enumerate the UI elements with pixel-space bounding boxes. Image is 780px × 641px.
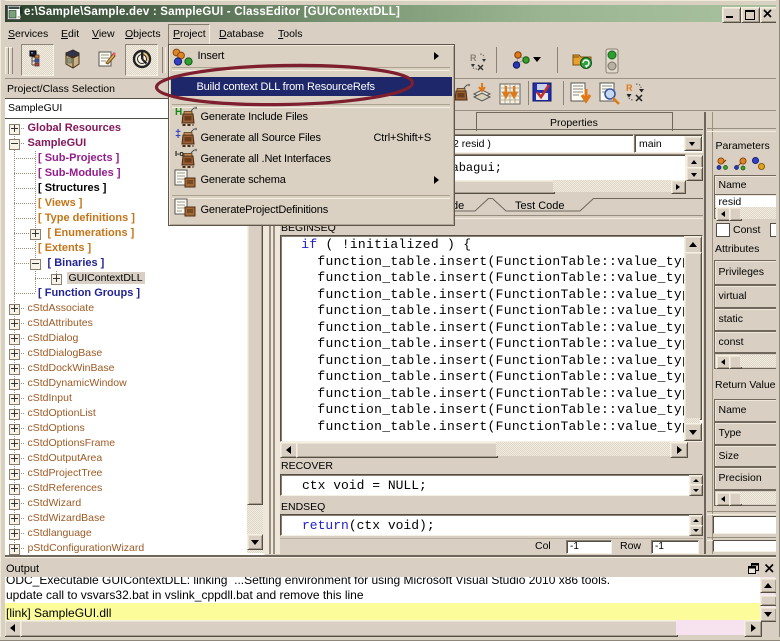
svg-text:R: R	[470, 53, 477, 63]
svg-text:‡: ‡	[175, 128, 181, 140]
svg-text:R: R	[626, 83, 633, 93]
svg-text:I-o: I-o	[175, 149, 184, 158]
svg-text:H: H	[175, 107, 182, 118]
